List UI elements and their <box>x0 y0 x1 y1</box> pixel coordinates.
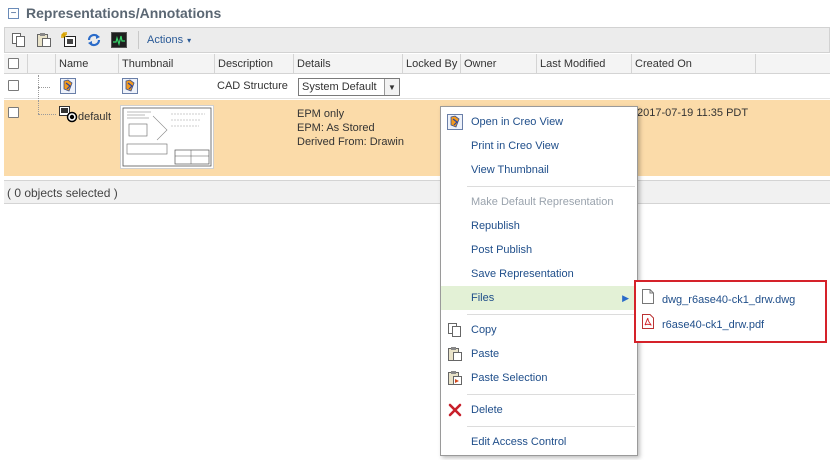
tree-connector <box>38 114 56 115</box>
menu-item-view-thumbnail[interactable]: View Thumbnail <box>441 158 637 182</box>
refresh-icon[interactable] <box>84 30 104 50</box>
thumbnail-icon[interactable] <box>122 78 138 97</box>
menu-separator <box>467 186 635 187</box>
section-header: − Representations/Annotations <box>8 4 221 22</box>
menu-item-save-representation[interactable]: Save Representation <box>441 262 637 286</box>
new-representation-icon[interactable] <box>59 30 79 50</box>
menu-item-label: Save Representation <box>471 268 574 280</box>
delete-icon <box>446 402 463 418</box>
details-line: EPM only <box>297 108 345 120</box>
paste-icon <box>446 346 463 362</box>
menu-item-label: View Thumbnail <box>471 164 549 176</box>
copy-icon[interactable] <box>9 30 29 50</box>
paste-icon[interactable] <box>34 30 54 50</box>
menu-item-republish[interactable]: Republish <box>441 214 637 238</box>
column-header-locked-by[interactable]: Locked By <box>403 54 461 74</box>
menu-item-label: Open in Creo View <box>471 116 564 128</box>
table-row: CAD Structure System Default ▼ <box>4 75 830 99</box>
column-header-owner[interactable]: Owner <box>461 54 537 74</box>
actions-menu-button[interactable]: Actions ▾ <box>147 34 191 46</box>
menu-item-delete[interactable]: Delete <box>441 398 637 422</box>
row-details: EPM only EPM: As Stored Derived From: Dr… <box>297 107 404 149</box>
select-all-checkbox[interactable] <box>8 58 19 69</box>
submenu-item-dwg-file[interactable]: dwg_r6ase40-ck1_drw.dwg <box>642 288 796 312</box>
context-menu: Open in Creo View Print in Creo View Vie… <box>440 106 638 456</box>
menu-item-files[interactable]: Files ▶ <box>441 286 637 310</box>
table-row-selected: default EPM only EPM: As Stored Derived … <box>4 100 830 176</box>
details-line-text: Derived From: Drawin <box>297 136 404 148</box>
menu-item-paste-selection[interactable]: Paste Selection <box>441 366 637 390</box>
submenu-item-label: r6ase40-ck1_drw.pdf <box>662 319 765 331</box>
details-line: EPM: As Stored <box>297 122 375 134</box>
row-description: CAD Structure <box>217 80 288 92</box>
copy-icon <box>446 322 463 338</box>
menu-item-copy[interactable]: Copy <box>441 318 637 342</box>
submenu-item-pdf-file[interactable]: r6ase40-ck1_drw.pdf <box>642 313 765 337</box>
menu-item-label: Republish <box>471 220 520 232</box>
row-checkbox[interactable] <box>8 107 19 118</box>
menu-item-post-publish[interactable]: Post Publish <box>441 238 637 262</box>
select-value: System Default <box>302 81 377 93</box>
menu-item-label: Delete <box>471 404 503 416</box>
menu-item-label: Edit Access Control <box>471 436 567 448</box>
row-name[interactable]: default <box>78 111 111 123</box>
monitor-icon[interactable] <box>109 30 129 50</box>
creo-view-icon <box>446 114 463 130</box>
column-header-thumbnail[interactable]: Thumbnail <box>119 54 215 74</box>
default-representation-icon[interactable] <box>58 105 78 126</box>
menu-item-make-default-representation: Make Default Representation <box>441 190 637 214</box>
menu-item-edit-access-control[interactable]: Edit Access Control <box>441 430 637 454</box>
table-header-row: Name Thumbnail Description Details Locke… <box>4 54 830 74</box>
submenu-item-label: dwg_r6ase40-ck1_drw.dwg <box>662 294 796 306</box>
toolbar-separator <box>138 31 139 49</box>
tree-column-header <box>28 54 56 74</box>
menu-separator <box>467 426 635 427</box>
column-header-last-modified[interactable]: Last Modified <box>537 54 632 74</box>
menu-separator <box>467 394 635 395</box>
document-icon <box>642 288 654 312</box>
tree-connector <box>38 100 39 114</box>
chevron-down-icon: ▼ <box>384 79 399 95</box>
column-header-description[interactable]: Description <box>215 54 294 74</box>
table-toolbar: Actions ▾ <box>4 27 830 53</box>
drawing-thumbnail[interactable] <box>120 105 214 169</box>
menu-item-print-in-creo-view[interactable]: Print in Creo View <box>441 134 637 158</box>
column-header-created-on[interactable]: Created On <box>632 54 756 74</box>
menu-item-label: Files <box>471 292 495 304</box>
column-header-details[interactable]: Details <box>294 54 403 74</box>
menu-item-label: Post Publish <box>471 244 533 256</box>
actions-label: Actions <box>147 34 184 46</box>
tree-connector <box>38 87 50 88</box>
cad-structure-icon[interactable] <box>60 78 76 97</box>
menu-separator <box>467 314 635 315</box>
row-created-on: 2017-07-19 11:35 PDT <box>637 107 749 119</box>
chevron-right-icon: ▶ <box>622 293 629 303</box>
menu-item-label: Paste <box>471 348 500 360</box>
menu-item-open-in-creo-view[interactable]: Open in Creo View <box>441 110 637 134</box>
select-all-column <box>4 54 28 74</box>
pdf-icon <box>642 313 654 337</box>
menu-item-label: Copy <box>471 324 497 336</box>
menu-item-label: Print in Creo View <box>471 140 559 152</box>
details-line: Derived From: Drawin <box>297 135 404 149</box>
row-checkbox[interactable] <box>8 80 19 91</box>
files-submenu: dwg_r6ase40-ck1_drw.dwg r6ase40-ck1_drw.… <box>634 280 827 343</box>
representation-select[interactable]: System Default ▼ <box>298 78 400 96</box>
menu-item-paste[interactable]: Paste <box>441 342 637 366</box>
menu-item-label: Make Default Representation <box>471 196 614 208</box>
paste-selection-icon <box>446 370 463 386</box>
selection-status: ( 0 objects selected ) <box>4 180 830 204</box>
menu-item-label: Paste Selection <box>471 372 548 384</box>
collapse-toggle-button[interactable]: − <box>8 7 19 19</box>
section-title: Representations/Annotations <box>26 5 222 21</box>
column-header-name[interactable]: Name <box>56 54 119 74</box>
chevron-down-icon: ▾ <box>187 35 192 45</box>
